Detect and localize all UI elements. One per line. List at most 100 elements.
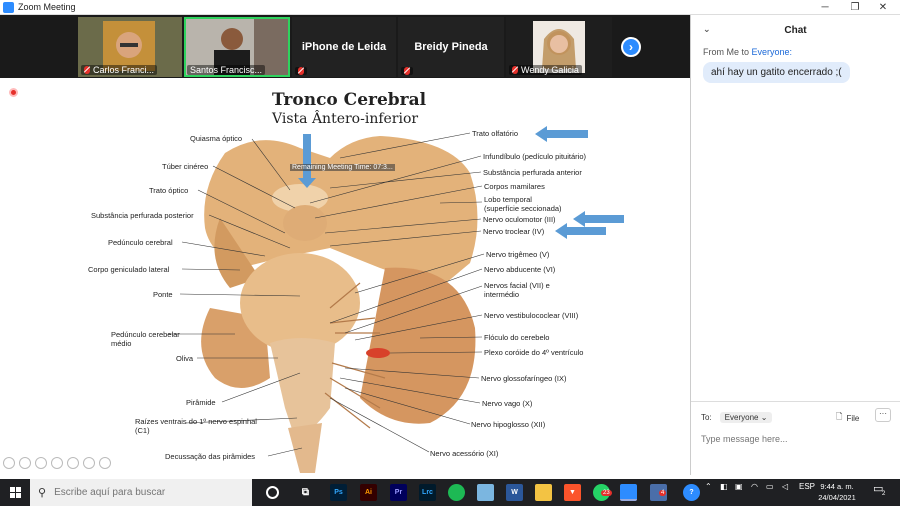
label-nervo-acessorio: Nervo acessório (XI): [430, 449, 499, 458]
label-nervo-troclear: Nervo troclear (IV): [483, 227, 545, 236]
label-nervo-vestibulococlear: Nervo vestibulococlear (VIII): [484, 311, 579, 320]
label-nervos-facial: Nervos facial (VII) e intermédio: [484, 281, 550, 299]
muted-mic-icon: [298, 67, 304, 75]
chat-message-bubble: ahí hay un gatito encerrado ;(: [703, 62, 850, 83]
tool-icon[interactable]: [83, 457, 95, 469]
app-icon[interactable]: [477, 484, 494, 501]
cortana-icon[interactable]: [266, 486, 279, 499]
tool-icon[interactable]: [67, 457, 79, 469]
label-substancia-perfurada-posterior: Substância perfurada posterior: [91, 211, 194, 220]
arrow-left-icon: [535, 126, 588, 142]
chat-message-input[interactable]: [701, 434, 891, 444]
chat-message-header: From Me to Everyone:: [703, 47, 793, 57]
battery-icon[interactable]: ▭: [766, 482, 774, 491]
label-pedunculo-cerebelar-medio: Pedúnculo cerebelar médio: [111, 330, 180, 348]
word-icon[interactable]: W: [506, 484, 523, 501]
participant-name: Breidy Pineda: [414, 41, 488, 53]
arrow-left-icon: [573, 211, 624, 227]
photoshop-icon[interactable]: Ps: [330, 484, 347, 501]
label-plexo-coroide: Plexo coróide do 4º ventrículo: [484, 348, 584, 357]
close-button[interactable]: ✕: [868, 0, 898, 15]
file-icon: 🗋: [836, 412, 843, 421]
participant-tile[interactable]: Carlos Franci...: [78, 17, 182, 77]
label-ponte: Ponte: [153, 290, 173, 299]
label-quiasma-optico: Quiasma óptico: [190, 134, 243, 143]
brainstem-illustration: [168, 126, 624, 473]
premiere-icon[interactable]: Pr: [390, 484, 407, 501]
chat-title: Chat: [784, 24, 807, 36]
label-nervo-vago: Nervo vago (X): [482, 399, 533, 408]
participant-name: Santos Francisc...: [190, 65, 263, 75]
annotation-toolbar: [3, 457, 111, 469]
tool-icon[interactable]: [99, 457, 111, 469]
file-button[interactable]: 🗋 File: [836, 411, 859, 425]
tool-icon[interactable]: [51, 457, 63, 469]
tray-chevron-icon[interactable]: ⌃: [705, 482, 712, 491]
chevron-down-icon[interactable]: ⌄: [703, 24, 711, 35]
title-bar: Zoom Meeting: [0, 0, 900, 15]
label-decussacao-piramides: Decussação das pirâmides: [165, 452, 256, 461]
taskbar-search[interactable]: ⚲: [30, 479, 252, 506]
label-trato-olfatorio: Trato olfatório: [472, 129, 518, 138]
label-nervo-trigemeo: Nervo trigêmeo (V): [486, 250, 550, 259]
minimize-button[interactable]: ─: [810, 0, 840, 15]
speaker-icon[interactable]: ◁: [782, 482, 788, 491]
participant-name: iPhone de Leida: [301, 41, 387, 53]
label-nervo-oculomotor: Nervo oculomotor (III): [483, 215, 556, 224]
zoom-logo-icon: [3, 1, 14, 13]
chat-recipient: Everyone:: [751, 47, 793, 57]
brave-icon[interactable]: ▼: [564, 484, 581, 501]
task-view-icon[interactable]: ⧉: [297, 484, 314, 501]
taskbar-clock[interactable]: 9:44 a. m. 24/04/2021: [812, 481, 862, 503]
arrow-left-icon: [555, 223, 606, 239]
taskbar-search-input[interactable]: [54, 487, 235, 498]
label-trato-optico: Trato óptico: [149, 186, 189, 195]
more-options-button[interactable]: ···: [875, 408, 891, 422]
whatsapp-badge: 23: [601, 490, 612, 496]
label-substancia-perfurada-anterior: Substância perfurada anterior: [483, 168, 582, 177]
tray-app-icon[interactable]: ▣: [735, 482, 743, 491]
windows-logo-icon: [9, 487, 21, 498]
participant-name: Carlos Franci...: [93, 65, 155, 75]
label-nervo-hipoglosso: Nervo hipoglosso (XII): [471, 420, 546, 429]
participant-tile[interactable]: Breidy Pineda: [398, 17, 504, 77]
zoom-taskbar-icon[interactable]: [620, 484, 637, 501]
search-icon: ⚲: [38, 487, 47, 499]
label-lobo-temporal: Lobo temporal (superfície seccionada): [484, 195, 562, 213]
tool-icon[interactable]: [35, 457, 47, 469]
spotify-icon[interactable]: [448, 484, 465, 501]
label-pedunculo-cerebral: Pedúnculo cerebral: [108, 238, 173, 247]
participant-tile[interactable]: Wendy Galicia: [506, 17, 612, 77]
muted-mic-icon: [404, 67, 410, 75]
label-raizes-ventrais: Raízes ventrais do 1º nervo espinhal (C1…: [135, 417, 257, 435]
tray-app-icon[interactable]: ◧: [720, 482, 728, 491]
illustrator-icon[interactable]: Ai: [360, 484, 377, 501]
chat-footer: To: Everyone ⌄ 🗋 File ···: [691, 401, 900, 447]
lightroom-icon[interactable]: Lrc: [419, 484, 436, 501]
participant-name: Wendy Galicia: [521, 65, 579, 75]
maximize-button[interactable]: ❐: [840, 0, 870, 15]
chat-panel: ⌄ Chat From Me to Everyone: ahí hay un g…: [690, 15, 900, 475]
recipient-select[interactable]: Everyone ⌄: [719, 411, 773, 423]
notification-count: 2: [882, 491, 886, 497]
participant-tile-active[interactable]: Santos Francisc...: [184, 17, 290, 77]
help-icon[interactable]: ?: [683, 484, 700, 501]
tool-icon[interactable]: [3, 457, 15, 469]
window-title: Zoom Meeting: [18, 2, 76, 12]
next-participants-button[interactable]: ›: [621, 37, 641, 57]
shared-screen: Tronco Cerebral Vista Ântero-inferior Re…: [0, 78, 690, 475]
participant-tile[interactable]: iPhone de Leida: [292, 17, 396, 77]
wifi-icon[interactable]: ◠: [751, 482, 758, 491]
start-button[interactable]: [0, 479, 30, 506]
muted-mic-icon: [512, 66, 518, 74]
label-floculo-cerebelo: Flóculo do cerebelo: [484, 333, 550, 342]
tool-icon[interactable]: [19, 457, 31, 469]
label-corpos-mamilares: Corpos mamilares: [484, 182, 545, 191]
to-label: To:: [701, 412, 712, 422]
arrow-down-icon: [303, 134, 311, 180]
label-piramide: Pirâmide: [186, 398, 216, 407]
meeting-time-tooltip: Remaining Meeting Time: 07:3...: [290, 164, 395, 171]
label-tuber-cinereo: Túber cinéreo: [162, 162, 209, 171]
file-explorer-icon[interactable]: [535, 484, 552, 501]
label-corpo-geniculado-lateral: Corpo geniculado lateral: [88, 265, 170, 274]
